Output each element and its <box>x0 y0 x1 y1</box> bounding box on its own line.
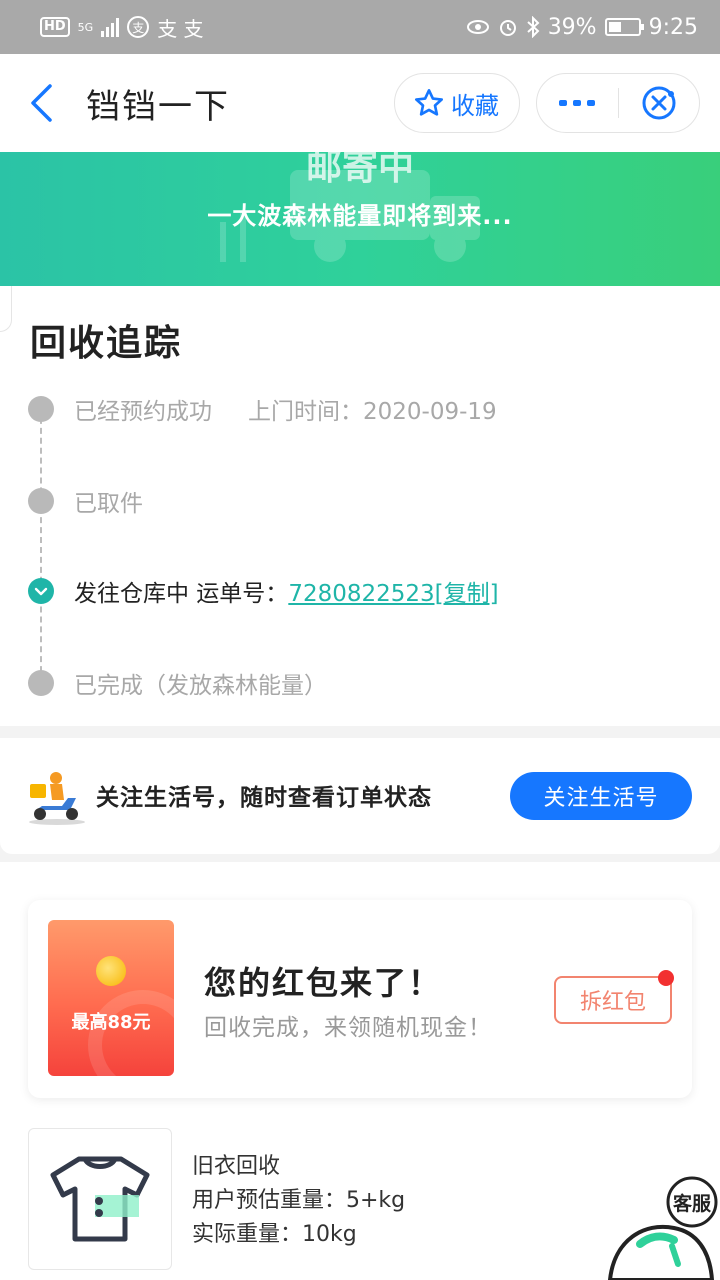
bluetooth-icon <box>527 16 540 38</box>
drawer-edge <box>0 286 12 332</box>
app-notification-icon: 支 <box>127 16 150 38</box>
step-label: 已取件 <box>74 491 143 517</box>
capsule-menu <box>536 73 700 133</box>
timeline-step: 已完成（发放森林能量） <box>28 668 327 699</box>
close-miniapp-button[interactable] <box>619 74 700 132</box>
follow-button[interactable]: 关注生活号 <box>510 772 692 820</box>
alarm-icon <box>499 20 516 36</box>
status-bar: HD 5G 支 支 支 39% 9:25 <box>0 0 720 54</box>
follow-text: 关注生活号，随时查看订单状态 <box>96 785 432 811</box>
step-label: 发往仓库中 运单号：7280822523[复制] <box>74 581 499 607</box>
delivery-rider-icon <box>29 772 85 825</box>
coin-icon <box>96 956 126 986</box>
star-icon <box>415 89 443 116</box>
product-info: 旧衣回收 用户预估重量：5+kg 实际重量：10kg <box>192 1150 405 1252</box>
service-label: 客服 <box>673 1192 712 1215</box>
open-red-packet-button[interactable]: 拆红包 <box>554 970 674 1024</box>
step-dot <box>28 670 54 696</box>
timeline-line <box>40 408 42 682</box>
actual-weight: 实际重量：10kg <box>192 1222 357 1247</box>
waybill-copy-link[interactable]: 7280822523[复制] <box>288 581 498 607</box>
network-label: 5G <box>77 20 94 34</box>
banner-headline: 邮寄中 <box>305 152 414 188</box>
product-name: 旧衣回收 <box>192 1154 281 1179</box>
red-packet-card[interactable]: 最高88元 您的红包来了！ 回收完成，来领随机现金！ 拆红包 <box>28 900 692 1098</box>
tshirt-icon <box>50 1156 150 1242</box>
customer-service-button[interactable]: 客服 <box>606 1176 720 1280</box>
timeline-step-current: 发往仓库中 运单号：7280822523[复制] <box>28 576 499 607</box>
hd-icon: HD <box>40 17 70 37</box>
battery-percent: 39% <box>547 14 597 40</box>
product-thumbnail <box>28 1128 172 1270</box>
step-label: 已完成（发放森林能量） <box>74 673 327 699</box>
battery-icon <box>604 18 644 36</box>
step-dot <box>28 396 54 422</box>
banner-subtitle: 一大波森林能量即将到来... <box>207 202 513 230</box>
red-packet-title: 您的红包来了！ <box>204 964 443 1002</box>
close-circle-icon <box>642 86 676 120</box>
red-packet-subtitle: 回收完成，来领随机现金！ <box>204 1015 492 1041</box>
tracking-title: 回收追踪 <box>30 323 183 364</box>
step-label: 已经预约成功 上门时间：2020-09-19 <box>74 399 497 425</box>
notification-dot <box>658 970 674 986</box>
eye-icon <box>466 20 489 34</box>
more-button[interactable] <box>537 74 618 132</box>
check-icon <box>28 578 54 604</box>
nav-bar: 铛铛一下 收藏 <box>0 54 720 152</box>
back-button[interactable] <box>6 54 76 152</box>
status-banner: 邮寄中 一大波森林能量即将到来... <box>0 152 720 286</box>
timeline-step: 已取件 <box>28 486 143 517</box>
timeline-step: 已经预约成功 上门时间：2020-09-19 <box>28 394 497 425</box>
alipay-notification-icons: 支 支 <box>157 16 204 41</box>
estimated-weight: 用户预估重量：5+kg <box>192 1188 406 1213</box>
page-title: 铛铛一下 <box>86 86 230 127</box>
tracking-card: 回收追踪 已经预约成功 上门时间：2020-09-19 已取件 发往仓库中 运单号… <box>0 286 720 726</box>
envelope-amount: 最高88元 <box>71 1012 151 1033</box>
follow-card: 关注生活号，随时查看订单状态 关注生活号 <box>0 738 720 854</box>
clock: 9:25 <box>648 14 698 40</box>
step-dot <box>28 488 54 514</box>
chevron-left-icon <box>31 84 52 122</box>
signal-icon <box>101 17 120 37</box>
red-envelope: 最高88元 <box>48 920 174 1076</box>
favorite-button[interactable]: 收藏 <box>394 73 520 133</box>
favorite-label: 收藏 <box>451 91 499 120</box>
